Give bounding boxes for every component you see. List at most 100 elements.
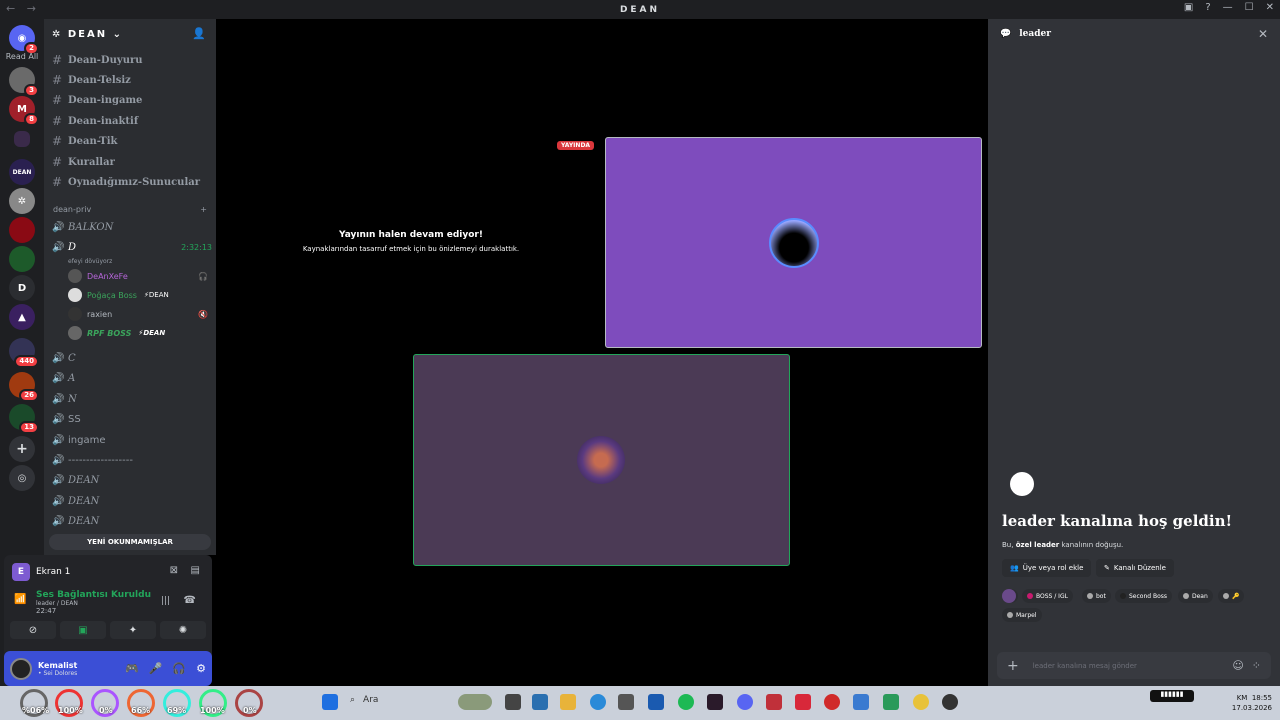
voice-channel-item[interactable]: 🔊 DEAN (52, 492, 212, 510)
plus-icon[interactable]: + (1007, 658, 1019, 674)
game-icon[interactable]: 🎮 (125, 662, 139, 675)
widget-icon[interactable] (458, 694, 492, 710)
connection-status[interactable]: Ses Bağlantısı Kuruldu (36, 590, 204, 600)
voice-channel-item[interactable]: 🔊 ------------------ (52, 451, 212, 469)
server-icon[interactable]: ✲ (9, 188, 35, 214)
server-dean-icon[interactable]: DEAN (9, 159, 35, 185)
role-avatar[interactable] (1002, 589, 1018, 603)
server-icon[interactable]: M8 (9, 96, 39, 126)
channel-item[interactable]: # Oynadığımız-Sunucular (52, 173, 212, 191)
voice-channel-item[interactable]: 🔊 DEAN (52, 512, 212, 530)
role-chip[interactable]: Dean (1178, 589, 1213, 603)
role-chip[interactable]: bot (1082, 589, 1111, 603)
app-icon[interactable] (707, 694, 723, 710)
channel-item[interactable]: # Dean-Telsiz (52, 71, 212, 89)
channel-item[interactable]: # Dean-inaktif (52, 112, 212, 130)
edit-channel-button[interactable]: ✎ Kanalı Düzenle (1096, 559, 1174, 577)
discord-home-icon[interactable]: ◉ 2 (9, 25, 39, 55)
activities-icon[interactable]: ✦ (110, 621, 156, 639)
stop-stream-icon[interactable]: ⊠ (170, 565, 178, 576)
app-icon[interactable] (883, 694, 899, 710)
server-icon[interactable]: 13 (9, 404, 39, 434)
voice-channel-item[interactable]: 🔊 C (52, 349, 212, 367)
user-info[interactable]: Kemalist • Sei Dolores (38, 661, 77, 677)
search-box[interactable]: ⌕ Ara (350, 695, 378, 705)
app-icon[interactable] (795, 694, 811, 710)
avatar[interactable] (10, 657, 32, 680)
server-letter-icon[interactable]: D (9, 275, 35, 301)
role-chip[interactable]: BOSS / IGL (1022, 589, 1073, 603)
task-view-icon[interactable] (505, 694, 521, 710)
outlook-icon[interactable] (648, 694, 664, 710)
channel-item[interactable]: # Dean-ingame (52, 91, 212, 109)
windows-start-icon[interactable] (322, 694, 338, 710)
voice-channel-item[interactable]: 🔊 N (52, 390, 212, 408)
add-server-icon[interactable]: + (9, 436, 35, 462)
app-icon[interactable] (942, 694, 958, 710)
tray-app-icon[interactable]: ▮▮▮▮▮▮ (1150, 690, 1194, 702)
channel-item[interactable]: # Dean-Duyuru (52, 51, 212, 69)
close-icon[interactable]: ✕ (1258, 27, 1268, 41)
clock[interactable]: KM 18:55 17.03.2026 (1232, 693, 1272, 713)
server-icon[interactable]: 440 (9, 338, 39, 368)
app-icon[interactable] (766, 694, 782, 710)
headphones-icon[interactable]: 🎧 (172, 662, 186, 675)
voice-channel-item[interactable]: 🔊 SS (52, 410, 212, 428)
server-folder-icon[interactable] (14, 131, 30, 147)
server-icon[interactable] (9, 217, 35, 243)
category-header[interactable]: dean-priv + (53, 205, 207, 214)
noise-suppression-icon[interactable]: ||| (161, 596, 170, 606)
server-icon[interactable]: 26 (9, 372, 39, 402)
signal-icon[interactable]: 📶 (14, 594, 26, 605)
voice-user[interactable]: RPF BOSS ⚡DEAN (68, 325, 208, 341)
channel-item[interactable]: # Kurallar (52, 153, 212, 171)
server-icon[interactable] (9, 246, 35, 272)
emoji-icon[interactable]: ☺ (1232, 659, 1243, 672)
voice-channel-item[interactable]: 🔊 A (52, 369, 212, 387)
maximize-button[interactable]: ☐ (1245, 2, 1254, 13)
voice-channel-item[interactable]: 🔊 ingame (52, 431, 212, 449)
spotify-icon[interactable] (678, 694, 694, 710)
screen-share-icon[interactable]: ▣ (60, 621, 106, 639)
role-chip[interactable]: Marpel (1002, 608, 1042, 622)
message-input[interactable]: + leader kanalına mesaj gönder ☺ ⁘ (997, 652, 1271, 679)
video-tile[interactable] (413, 354, 790, 566)
camera-off-icon[interactable]: ⊘ (10, 621, 56, 639)
new-unreads-button[interactable]: YENİ OKUNMAMIŞLAR (49, 534, 211, 550)
apps-icon[interactable]: ⁘ (1252, 659, 1261, 672)
add-member-button[interactable]: 👥 Üye veya rol ekle (1002, 559, 1092, 577)
voice-user[interactable]: Poğaça Boss ⚡DEAN (68, 287, 208, 303)
inbox-icon[interactable]: ▣ (1184, 2, 1193, 13)
edge-icon[interactable] (590, 694, 606, 710)
invite-icon[interactable]: 👤 (192, 27, 208, 40)
video-tile[interactable] (605, 137, 982, 348)
read-all-label[interactable]: Read All (0, 52, 44, 61)
store-icon[interactable] (618, 694, 634, 710)
app-icon[interactable] (853, 694, 869, 710)
gear-icon[interactable]: ⚙ (196, 662, 206, 675)
add-channel-icon[interactable]: + (200, 205, 207, 214)
role-chip[interactable]: Second Boss (1115, 589, 1173, 603)
minimize-button[interactable]: — (1223, 2, 1233, 13)
app-icon[interactable] (824, 694, 840, 710)
voice-channel-item[interactable]: 🔊 BALKON (52, 218, 212, 236)
guild-header[interactable]: ✲ DEAN ⌄ 👤 (44, 19, 216, 49)
help-icon[interactable]: ? (1205, 2, 1210, 13)
app-icon[interactable] (532, 694, 548, 710)
discover-icon[interactable]: ◎ (9, 465, 35, 491)
voice-user[interactable]: DeAnXeFe 🎧 (68, 268, 208, 284)
role-chip[interactable]: 🔑 (1218, 589, 1245, 603)
close-window-button[interactable]: ✕ (1266, 2, 1274, 13)
server-icon[interactable]: 3 (9, 67, 39, 97)
microphone-icon[interactable]: 🎤 (149, 662, 163, 675)
server-icon[interactable]: ▲ (9, 304, 35, 330)
chrome-icon[interactable] (913, 694, 929, 710)
discord-icon[interactable] (737, 694, 753, 710)
voice-channel-item[interactable]: 🔊 DEAN (52, 471, 212, 489)
disconnect-icon[interactable]: ☎ (184, 595, 196, 606)
stream-settings-icon[interactable]: ▤ (191, 565, 200, 576)
voice-user[interactable]: raxien 🔇 (68, 306, 208, 322)
channel-item[interactable]: # Dean-Tik (52, 132, 212, 150)
file-explorer-icon[interactable] (560, 694, 576, 710)
soundboard-icon[interactable]: ✺ (160, 621, 206, 639)
